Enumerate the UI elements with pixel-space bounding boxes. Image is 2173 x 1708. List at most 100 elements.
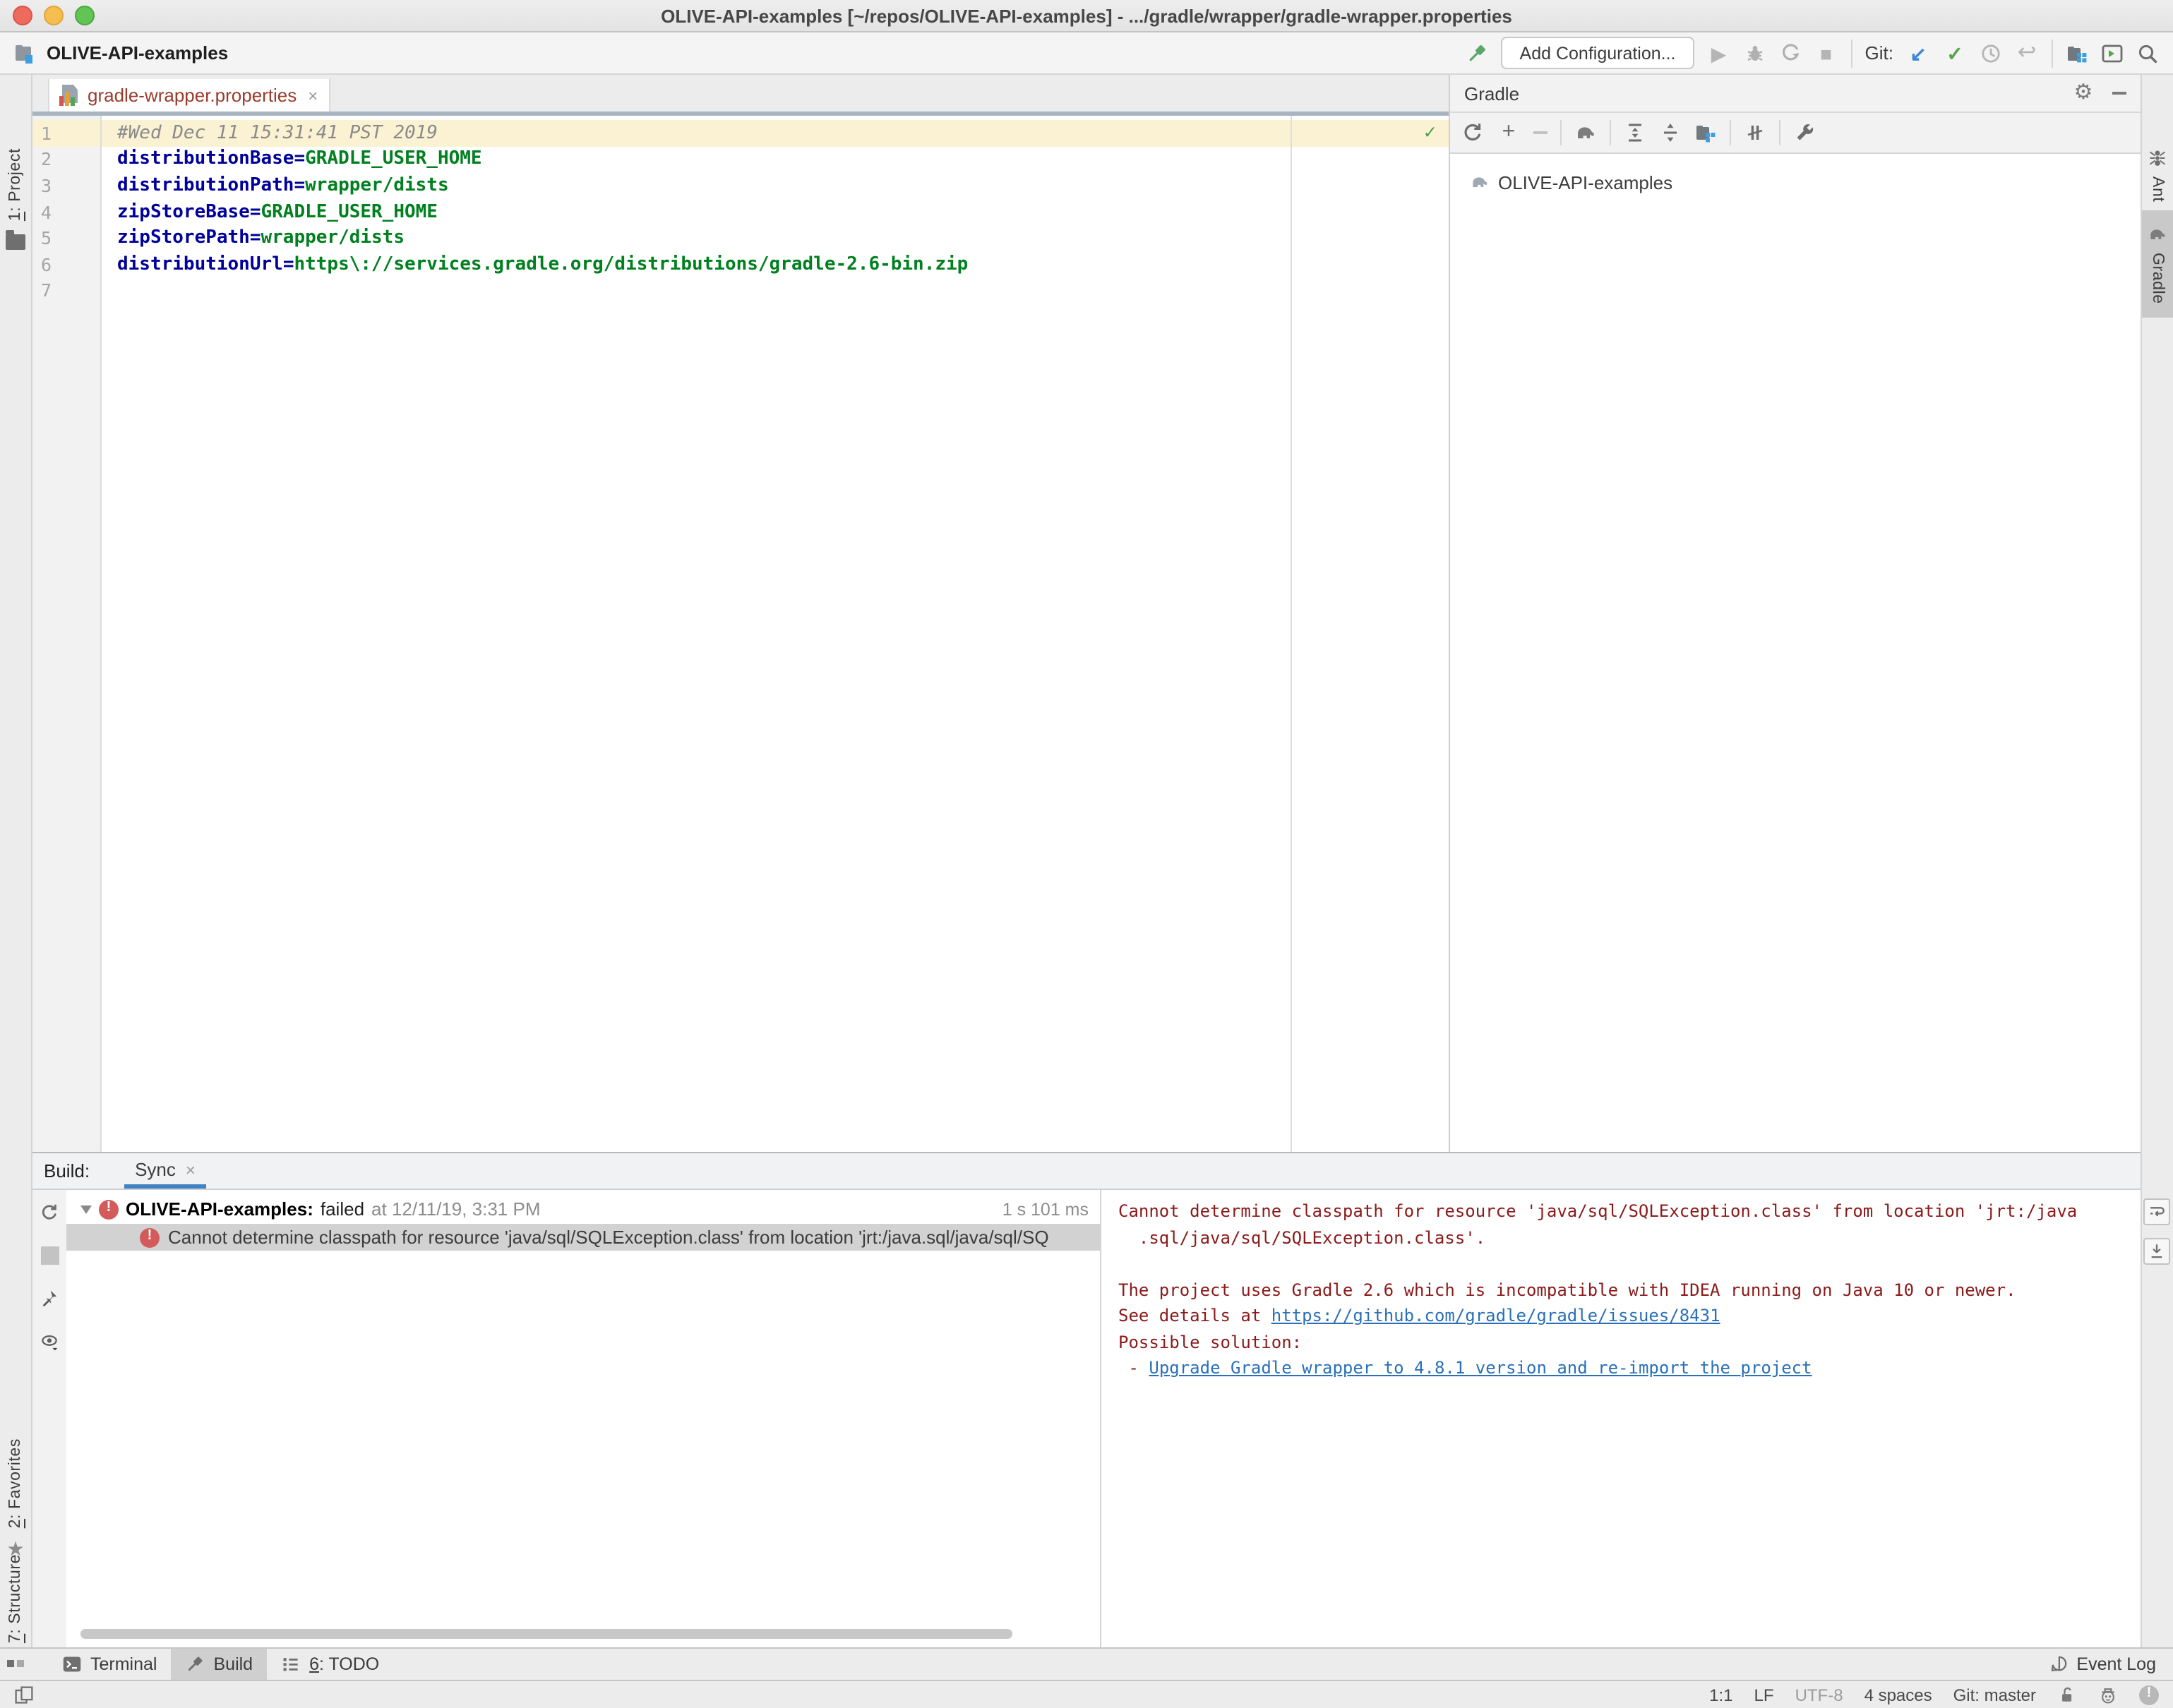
gradle-toolbar: + <box>1450 113 2141 154</box>
hide-panel-icon[interactable] <box>2112 92 2126 95</box>
code-comment: #Wed Dec 11 15:31:41 PST 2019 <box>117 123 438 144</box>
build-tool-window: Build: Sync × <box>32 1152 2141 1647</box>
caret-position[interactable]: 1:1 <box>1709 1685 1732 1704</box>
toolbar-item-todo[interactable]: 6: TODO <box>267 1649 393 1680</box>
build-console[interactable]: Cannot determine classpath for resource … <box>1101 1190 2141 1647</box>
editor-pane: gradle-wrapper.properties × ✓ 1 <box>32 75 1449 1152</box>
sidebar-item-gradle[interactable]: Gradle <box>2142 210 2173 318</box>
code-editor[interactable]: ✓ 1 #Wed Dec 11 15:31:41 PST 2019 2 dist… <box>32 116 1449 1152</box>
git-update-icon[interactable]: ↙ <box>1906 42 1930 64</box>
offline-mode-icon[interactable] <box>1744 121 1766 144</box>
github-issue-link[interactable]: https://github.com/gradle/gradle/issues/… <box>1271 1306 1720 1325</box>
structure-icon <box>6 1652 25 1670</box>
file-encoding[interactable]: UTF-8 <box>1795 1685 1843 1704</box>
terminal-icon <box>62 1654 82 1674</box>
sync-tab-label: Sync <box>135 1159 176 1180</box>
gradle-tab-label: Gradle <box>2149 253 2166 304</box>
sidebar-item-favorites[interactable]: 2: Favorites ★ <box>0 1438 31 1560</box>
build-row-failed[interactable]: OLIVE-API-examples: failed at 12/11/19, … <box>66 1196 1100 1222</box>
code-line: 7 <box>32 277 1449 303</box>
git-label: Git: <box>1865 42 1893 64</box>
hammer-icon <box>186 1654 205 1674</box>
console-line: Cannot determine classpath for resource … <box>1118 1198 2135 1225</box>
expand-all-icon[interactable] <box>1624 121 1646 144</box>
horizontal-scrollbar[interactable] <box>80 1629 1012 1639</box>
stop-button[interactable]: ■ <box>1814 42 1838 64</box>
run-button[interactable]: ▶ <box>1707 42 1731 64</box>
toolbar-item-terminal[interactable]: Terminal <box>48 1649 172 1680</box>
left-tool-stripe: 1: Project 2: Favorites ★ 7: Structure <box>0 75 32 1647</box>
upgrade-gradle-link[interactable]: Upgrade Gradle wrapper to 4.8.1 version … <box>1149 1358 1812 1378</box>
sidebar-item-structure[interactable]: 7: Structure <box>0 1554 31 1670</box>
build-hammer-icon[interactable] <box>1466 42 1489 64</box>
sidebar-item-project[interactable]: 1: Project <box>0 148 31 249</box>
chevron-down-icon[interactable] <box>80 1205 92 1213</box>
todo-list-icon <box>281 1654 301 1674</box>
code-line: 1 #Wed Dec 11 15:31:41 PST 2019 <box>32 120 1449 146</box>
gradle-elephant-icon <box>2148 224 2167 244</box>
gradle-elephant-icon <box>1470 172 1490 192</box>
resync-icon[interactable] <box>40 1203 59 1222</box>
toggle-tool-windows-icon[interactable] <box>14 1685 34 1704</box>
code-line: 5 zipStorePath=wrapper/dists <box>32 225 1449 251</box>
inspections-status-icon[interactable] <box>2139 1685 2159 1704</box>
project-structure-icon[interactable] <box>2066 42 2088 64</box>
search-everywhere-icon[interactable] <box>2136 42 2159 64</box>
favorites-tab-label: : Favorites <box>7 1438 24 1519</box>
sidebar-item-ant[interactable]: Ant <box>2142 148 2173 202</box>
build-left-toolbar <box>32 1190 66 1647</box>
git-commit-check-icon[interactable]: ✓ <box>1943 42 1967 64</box>
ant-icon <box>2148 148 2167 168</box>
toolbar-separator <box>1851 39 1852 67</box>
window-titlebar: OLIVE-API-examples [~/repos/OLIVE-API-ex… <box>0 0 2173 32</box>
toolbar-item-event-log[interactable]: Event Log <box>2048 1649 2173 1680</box>
add-icon[interactable]: + <box>1497 121 1521 144</box>
remove-icon[interactable] <box>1533 131 1548 134</box>
code-line: 4 zipStoreBase=GRADLE_USER_HOME <box>32 199 1449 225</box>
structure-tab-label: : Structure <box>7 1554 24 1634</box>
line-separator[interactable]: LF <box>1754 1685 1774 1704</box>
build-output-tree: OLIVE-API-examples: failed at 12/11/19, … <box>66 1190 1100 1647</box>
sync-tab-close-icon[interactable]: × <box>186 1160 196 1179</box>
group-modules-folder-icon[interactable] <box>1694 121 1717 144</box>
build-row-error-selected[interactable]: Cannot determine classpath for resource … <box>66 1224 1100 1251</box>
line-number: 2 <box>32 149 100 170</box>
indent-setting[interactable]: 4 spaces <box>1864 1685 1932 1704</box>
tab-sync[interactable]: Sync × <box>124 1159 207 1189</box>
gradle-elephant-icon[interactable] <box>1574 121 1597 144</box>
project-tab-mnemonic: 1 <box>7 212 24 221</box>
event-log-balloon-icon <box>2048 1654 2068 1674</box>
toolbar-item-build[interactable]: Build <box>172 1649 268 1680</box>
filter-eye-icon[interactable] <box>40 1333 59 1352</box>
wrench-settings-icon[interactable] <box>1793 121 1816 144</box>
pin-icon[interactable] <box>40 1289 59 1309</box>
history-clock-icon[interactable] <box>1980 42 2002 64</box>
main-toolbar: OLIVE-API-examples Add Configuration... … <box>0 32 2173 75</box>
error-icon <box>99 1199 119 1219</box>
collapse-all-icon[interactable] <box>1659 121 1682 144</box>
unlock-icon[interactable] <box>2057 1685 2077 1704</box>
scroll-to-end-icon[interactable] <box>2143 1238 2170 1265</box>
profiler-icon[interactable] <box>1779 42 1802 64</box>
code-line: 6 distributionUrl=https\://services.grad… <box>32 251 1449 277</box>
highlighting-level-icon[interactable] <box>2098 1685 2118 1704</box>
line-number: 4 <box>32 201 100 222</box>
gradle-root-node[interactable]: OLIVE-API-examples <box>1450 167 2141 198</box>
build-label: Build: <box>44 1160 98 1189</box>
tab-gradle-wrapper-properties[interactable]: gradle-wrapper.properties × <box>48 79 330 112</box>
run-anything-icon[interactable] <box>2101 42 2124 64</box>
add-configuration-button[interactable]: Add Configuration... <box>1502 37 1694 69</box>
git-branch[interactable]: Git: master <box>1953 1685 2036 1704</box>
refresh-icon[interactable] <box>1461 121 1484 144</box>
editor-tabbar: gradle-wrapper.properties × <box>32 75 1449 116</box>
tab-close-icon[interactable]: × <box>308 85 318 105</box>
gear-icon[interactable]: ⚙ <box>2071 82 2095 104</box>
properties-file-icon <box>59 85 79 106</box>
gradle-tree: OLIVE-API-examples <box>1450 154 2141 1152</box>
console-line: The project uses Gradle 2.6 which is inc… <box>1118 1277 2135 1303</box>
line-number: 3 <box>32 175 100 196</box>
debug-bug-icon[interactable] <box>1744 42 1766 64</box>
soft-wrap-icon[interactable] <box>2143 1198 2170 1225</box>
stop-build-icon[interactable] <box>40 1246 59 1265</box>
rollback-undo-icon[interactable]: ↩ <box>2015 42 2039 64</box>
